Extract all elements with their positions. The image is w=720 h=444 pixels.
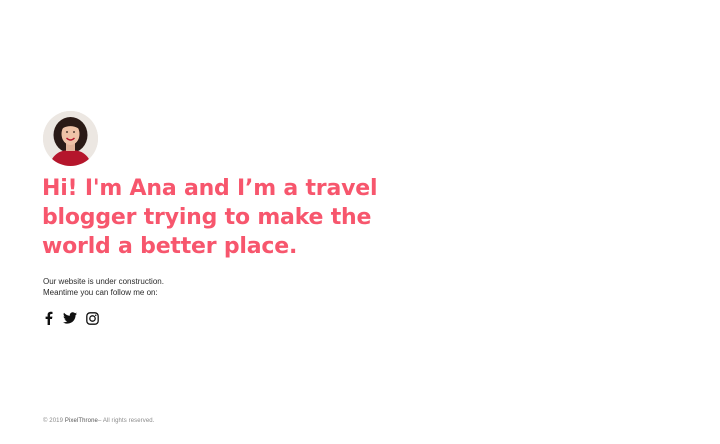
- footer: © 2019 PixelThrone– All rights reserved.: [43, 418, 155, 424]
- avatar: [43, 111, 98, 166]
- twitter-link[interactable]: [63, 311, 77, 325]
- message-line: Meantime you can follow me on:: [43, 288, 158, 297]
- instagram-link[interactable]: [85, 311, 99, 325]
- construction-message: Our website is under construction. Meant…: [43, 276, 164, 298]
- page-title: Hi! I'm Ana and I’m a travel blogger try…: [42, 176, 378, 259]
- facebook-icon: [45, 311, 52, 325]
- facebook-link[interactable]: [41, 311, 55, 325]
- social-links: [41, 311, 99, 325]
- brand-name: PixelThrone: [64, 418, 98, 424]
- message-line: Our website is under construction.: [43, 277, 164, 286]
- copyright-year: © 2019: [43, 418, 64, 424]
- coming-soon-page: Hi! I'm Ana and I’m a travel blogger try…: [0, 0, 720, 444]
- rights-text: – All rights reserved.: [97, 418, 155, 424]
- portrait-photo-icon: [43, 111, 98, 166]
- instagram-icon: [85, 311, 99, 325]
- twitter-icon: [63, 312, 77, 324]
